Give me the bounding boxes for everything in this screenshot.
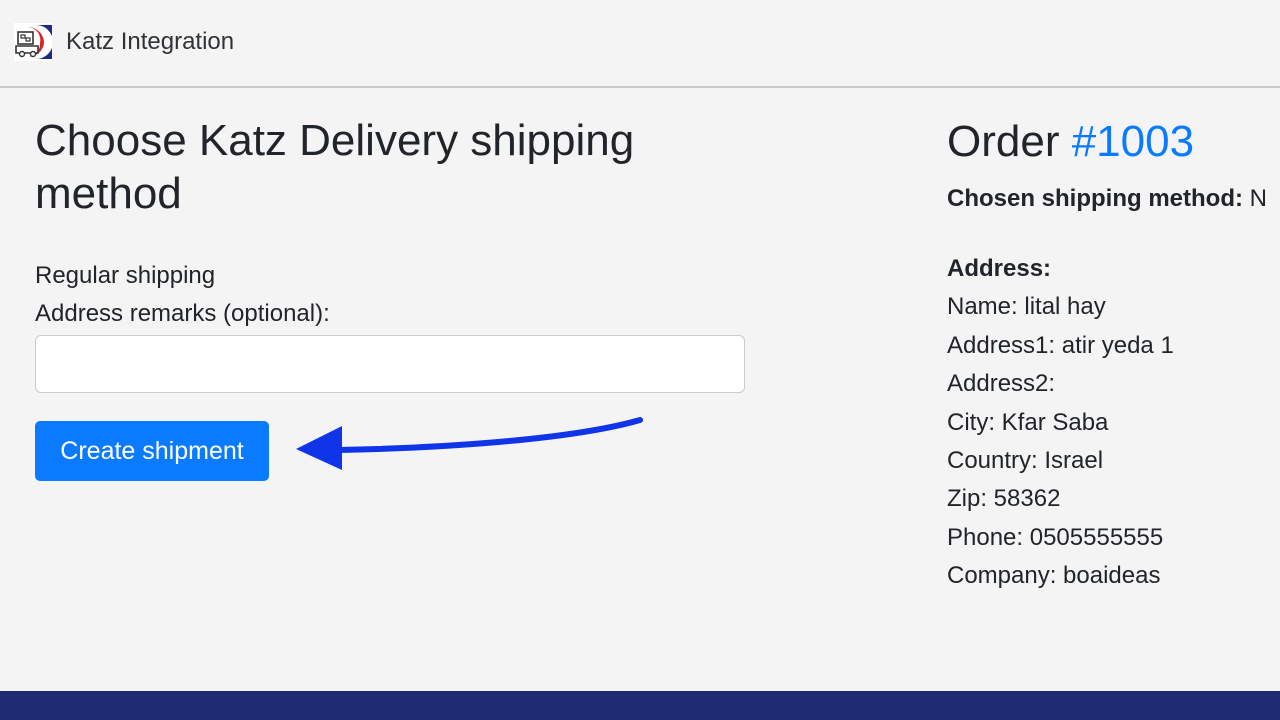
pointer-arrow-icon: [296, 417, 643, 470]
shipping-method-panel: Choose Katz Delivery shipping method Reg…: [35, 114, 755, 481]
app-title: Katz Integration: [66, 28, 235, 55]
chosen-shipping-method: Chosen shipping method: N: [947, 185, 1267, 213]
address-title: Address:: [947, 255, 1052, 282]
address-line-city: City: Kfar Saba: [947, 408, 1109, 436]
chosen-shipping-method-label: Chosen shipping method:: [947, 185, 1243, 212]
truck-logo-icon: [14, 23, 53, 61]
chosen-shipping-method-value: N: [1249, 185, 1267, 212]
page-title: Choose Katz Delivery shipping method: [35, 116, 635, 218]
footer-band: [0, 691, 1280, 720]
address-line-country: Country: Israel: [947, 447, 1104, 475]
address-remarks-label: Address remarks (optional):: [35, 300, 330, 327]
address-line-address1: Address1: atir yeda 1: [947, 331, 1174, 359]
address-line-zip: Zip: 58362: [947, 485, 1061, 513]
top-bar: Katz Integration: [0, 0, 1280, 88]
order-heading: Order #1003: [947, 114, 1280, 170]
address-line-name: Name: lital hay: [947, 293, 1106, 321]
address-remarks-input[interactable]: [35, 335, 745, 393]
address-line-address2: Address2:: [947, 370, 1056, 398]
address-block: Address: Name: lital hay Address1: atir …: [947, 250, 1174, 596]
address-line-phone: Phone: 0505555555: [947, 523, 1164, 551]
order-number-link[interactable]: #1003: [1072, 117, 1194, 166]
shipping-method-option: Regular shipping: [35, 262, 216, 289]
order-summary-panel: Order #1003 Chosen shipping method: N Ad…: [947, 114, 1280, 589]
address-line-company: Company: boaideas: [947, 562, 1161, 590]
order-heading-prefix: Order: [947, 117, 1072, 166]
create-shipment-button[interactable]: Create shipment: [35, 421, 269, 481]
